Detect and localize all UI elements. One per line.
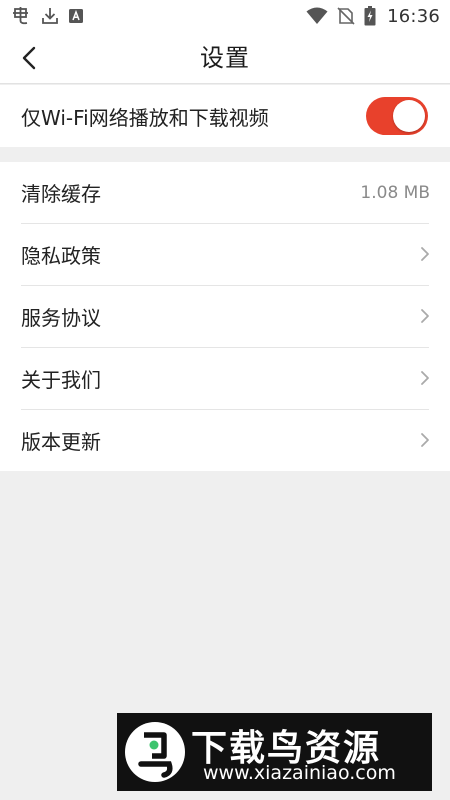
back-button[interactable]	[12, 40, 48, 76]
chevron-right-icon	[420, 308, 430, 324]
version-update-label: 版本更新	[21, 429, 101, 454]
title-bar: 设置	[0, 32, 450, 84]
wifi-only-label: 仅Wi-Fi网络播放和下载视频	[21, 105, 269, 130]
service-agreement-item[interactable]: 服务协议	[0, 285, 450, 347]
about-us-item[interactable]: 关于我们	[0, 347, 450, 409]
bird-logo-icon	[125, 722, 185, 782]
page-title: 设置	[200, 44, 250, 72]
no-sim-icon	[337, 7, 355, 25]
about-us-label: 关于我们	[21, 367, 101, 392]
download-icon	[41, 7, 59, 25]
service-agreement-label: 服务协议	[21, 305, 101, 330]
wifi-icon	[306, 7, 328, 25]
chevron-right-icon	[420, 432, 430, 448]
wifi-only-setting-row: 仅Wi-Fi网络播放和下载视频	[0, 85, 450, 147]
site-watermark: 下载鸟资源 www.xiazainiao.com	[117, 713, 432, 791]
chevron-right-icon	[420, 370, 430, 386]
status-left-icons	[12, 7, 84, 25]
clear-cache-item[interactable]: 清除缓存 1.08 MB	[0, 162, 450, 223]
clear-cache-label: 清除缓存	[21, 182, 101, 206]
version-update-item[interactable]: 版本更新	[0, 409, 450, 471]
battery-charging-icon	[364, 6, 376, 26]
chevron-right-icon	[420, 246, 430, 262]
toggle-knob	[393, 100, 425, 132]
chevron-left-icon	[22, 46, 36, 70]
privacy-policy-item[interactable]: 隐私政策	[0, 223, 450, 285]
status-bar: 16:36	[0, 0, 450, 32]
app-notification-icon	[12, 7, 32, 25]
watermark-url: www.xiazainiao.com	[203, 762, 396, 784]
wifi-only-toggle[interactable]	[366, 97, 428, 135]
status-right-icons: 16:36	[306, 6, 440, 27]
cache-size-value: 1.08 MB	[360, 182, 430, 203]
a-box-icon	[68, 8, 84, 24]
privacy-policy-label: 隐私政策	[21, 243, 101, 268]
settings-list: 清除缓存 1.08 MB 隐私政策 服务协议 关于我们 版本更新	[0, 162, 450, 471]
status-time: 16:36	[387, 5, 440, 27]
